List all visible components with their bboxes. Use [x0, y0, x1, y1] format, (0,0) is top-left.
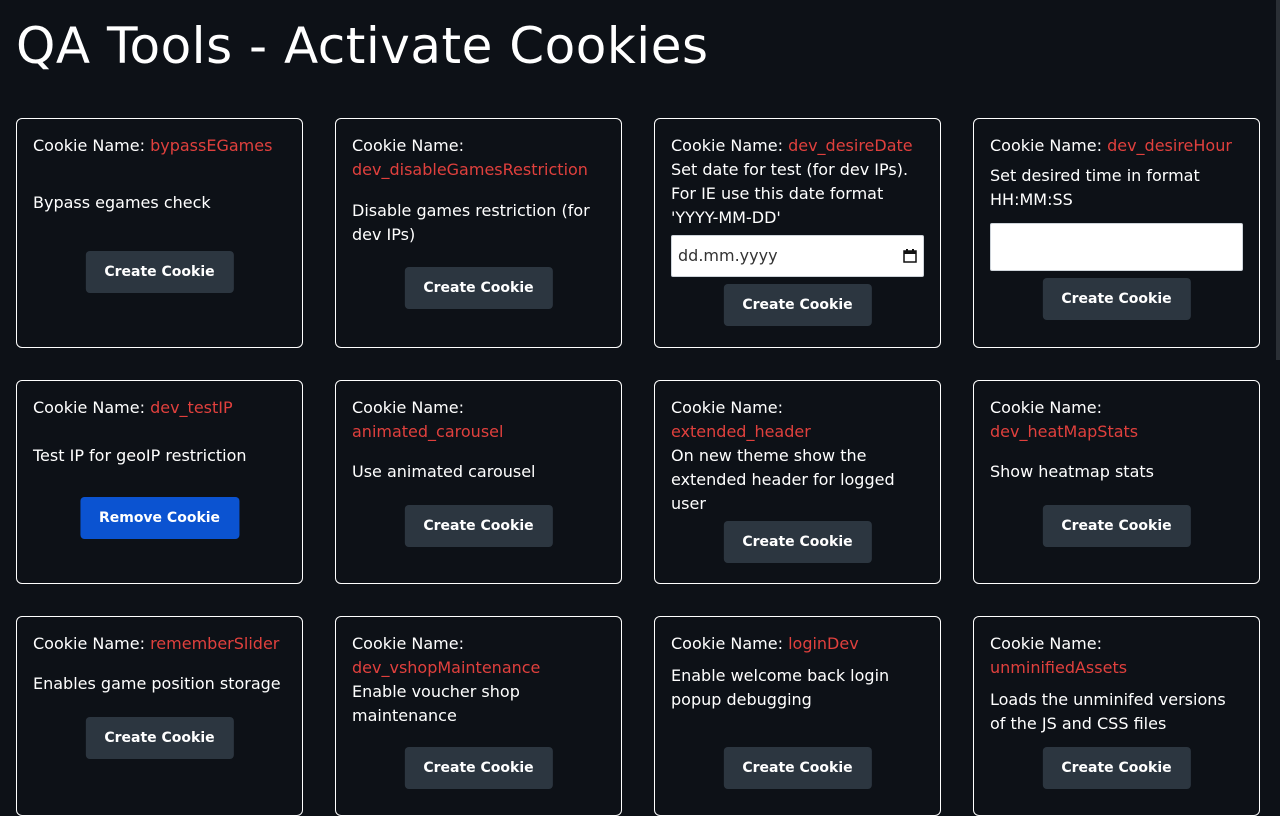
cookie-description: Enable voucher shop maintenance	[352, 682, 520, 725]
time-input[interactable]	[990, 223, 1243, 271]
cookie-name-label: Cookie Name:	[990, 136, 1102, 155]
create-cookie-button[interactable]: Create Cookie	[723, 747, 872, 789]
cookie-card: Cookie Name: dev_desireHour Set desired …	[973, 118, 1260, 348]
cookie-description: Disable games restriction (for dev IPs)	[352, 201, 590, 244]
cookie-name-line: Cookie Name: animated_carousel	[352, 396, 605, 444]
cookie-name-value: extended_header	[671, 422, 811, 441]
cookie-name-line: Cookie Name: dev_desireDate	[671, 134, 924, 158]
create-cookie-button[interactable]: Create Cookie	[1042, 747, 1191, 789]
create-cookie-button[interactable]: Create Cookie	[404, 747, 553, 789]
cookie-name-label: Cookie Name:	[990, 398, 1102, 417]
cookie-name-line: Cookie Name: rememberSlider	[33, 632, 286, 656]
cookie-name-label: Cookie Name:	[671, 136, 783, 155]
cookie-description: Loads the unminifed versions of the JS a…	[990, 690, 1226, 733]
page-title: QA Tools - Activate Cookies	[16, 17, 709, 75]
cookie-name-value: dev_desireDate	[788, 136, 913, 155]
cookie-description: Enables game position storage	[33, 674, 281, 693]
cookie-name-line: Cookie Name: dev_disableGamesRestriction	[352, 134, 605, 182]
cookie-card: Cookie Name: unminifiedAssets Loads the …	[973, 616, 1260, 816]
cookie-card: Cookie Name: rememberSlider Enables game…	[16, 616, 303, 816]
cookie-name-label: Cookie Name:	[33, 398, 145, 417]
cookie-name-label: Cookie Name:	[352, 398, 464, 417]
cookie-name-label: Cookie Name:	[671, 398, 783, 417]
cookie-card: Cookie Name: extended_header On new theme…	[654, 380, 941, 584]
cookie-card: Cookie Name: loginDev Enable welcome bac…	[654, 616, 941, 816]
create-cookie-button[interactable]: Create Cookie	[723, 521, 872, 563]
cookie-name-value: dev_testIP	[150, 398, 233, 417]
cookie-name-line: Cookie Name: bypassEGames	[33, 134, 286, 158]
cookie-name-label: Cookie Name:	[33, 136, 145, 155]
cookie-name-value: unminifiedAssets	[990, 658, 1128, 677]
cookie-description: Show heatmap stats	[990, 462, 1154, 481]
create-cookie-button[interactable]: Create Cookie	[1042, 505, 1191, 547]
cookie-name-value: rememberSlider	[150, 634, 280, 653]
cookie-name-line: Cookie Name: extended_header	[671, 396, 924, 444]
cookie-name-label: Cookie Name:	[33, 634, 145, 653]
date-input-value: dd.mm.yyyy	[678, 246, 778, 265]
cookie-name-label: Cookie Name:	[990, 634, 1102, 653]
cookie-card: Cookie Name: dev_disableGamesRestriction …	[335, 118, 622, 348]
create-cookie-button[interactable]: Create Cookie	[404, 267, 553, 309]
create-cookie-button[interactable]: Create Cookie	[404, 505, 553, 547]
date-input[interactable]: dd.mm.yyyy	[671, 235, 924, 277]
cookie-description: Set date for test (for dev IPs). For IE …	[671, 160, 909, 227]
cookie-name-value: dev_vshopMaintenance	[352, 658, 541, 677]
cookie-card: Cookie Name: dev_heatMapStats Show heatma…	[973, 380, 1260, 584]
cookie-name-line: Cookie Name: dev_desireHour	[990, 134, 1243, 158]
cookie-name-value: animated_carousel	[352, 422, 504, 441]
cookie-card: Cookie Name: dev_testIP Test IP for geoI…	[16, 380, 303, 584]
cookie-name-value: loginDev	[788, 634, 859, 653]
remove-cookie-button[interactable]: Remove Cookie	[79, 497, 240, 539]
create-cookie-button[interactable]: Create Cookie	[85, 251, 234, 293]
create-cookie-button[interactable]: Create Cookie	[1042, 278, 1191, 320]
create-cookie-button[interactable]: Create Cookie	[85, 717, 234, 759]
cookie-name-value: dev_heatMapStats	[990, 422, 1139, 441]
cookie-name-value: dev_disableGamesRestriction	[352, 160, 588, 179]
cookie-name-line: Cookie Name: unminifiedAssets	[990, 632, 1243, 680]
cookie-name-line: Cookie Name: dev_heatMapStats	[990, 396, 1243, 444]
cookie-description: Test IP for geoIP restriction	[33, 446, 247, 465]
cookie-name-value: bypassEGames	[150, 136, 273, 155]
cookie-description: Set desired time in format HH:MM:SS	[990, 166, 1200, 209]
cookie-card: Cookie Name: dev_desireDate Set date for…	[654, 118, 941, 348]
cookie-name-value: dev_desireHour	[1107, 136, 1232, 155]
cookie-card: Cookie Name: dev_vshopMaintenance Enable …	[335, 616, 622, 816]
page-scrollbar[interactable]	[1276, 0, 1280, 360]
cookie-name-label: Cookie Name:	[671, 634, 783, 653]
cookie-card: Cookie Name: bypassEGames Bypass egames …	[16, 118, 303, 348]
cookie-name-line: Cookie Name: dev_testIP	[33, 396, 286, 420]
cookie-card: Cookie Name: animated_carousel Use animat…	[335, 380, 622, 584]
cookie-name-label: Cookie Name:	[352, 136, 464, 155]
cookie-description: Bypass egames check	[33, 193, 211, 212]
cookie-name-label: Cookie Name:	[352, 634, 464, 653]
cookie-description: On new theme show the extended header fo…	[671, 446, 895, 513]
cookie-name-line: Cookie Name: dev_vshopMaintenance	[352, 632, 605, 680]
create-cookie-button[interactable]: Create Cookie	[723, 284, 872, 326]
cookie-description: Use animated carousel	[352, 462, 536, 481]
cookie-description: Enable welcome back login popup debuggin…	[671, 666, 890, 709]
cookie-name-line: Cookie Name: loginDev	[671, 632, 924, 656]
calendar-icon[interactable]	[903, 249, 917, 263]
